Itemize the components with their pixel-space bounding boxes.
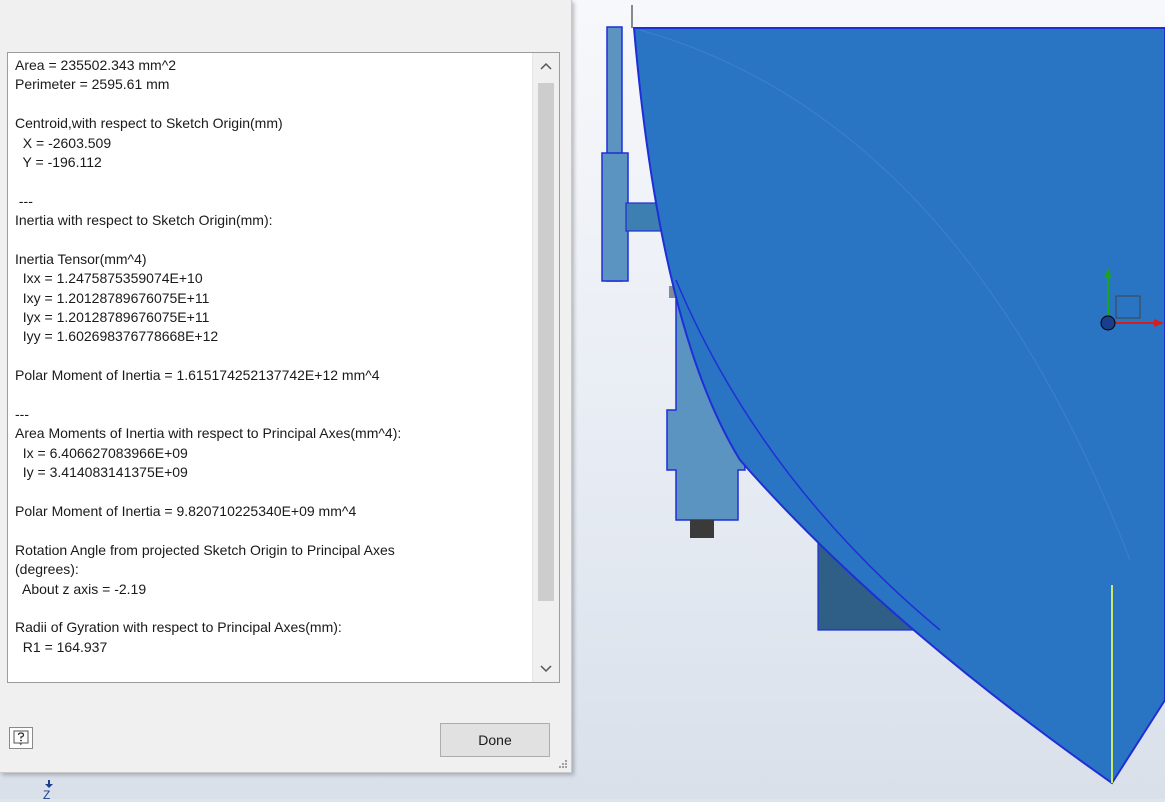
properties-line: Ixx = 1.2475875359074E+10 bbox=[15, 270, 203, 287]
properties-line: Y = -196.112 bbox=[15, 153, 102, 170]
vertical-scrollbar[interactable] bbox=[532, 53, 559, 682]
properties-line: About z axis = -2.19 bbox=[15, 580, 147, 597]
properties-line bbox=[15, 172, 530, 191]
hull-surface bbox=[632, 27, 1165, 785]
properties-line bbox=[15, 95, 530, 114]
properties-line: Radii of Gyration with respect to Princi… bbox=[15, 619, 342, 636]
region-properties-dialog: Area = 235502.343 mm^2 Perimeter = 2595.6… bbox=[0, 0, 572, 773]
properties-line bbox=[15, 521, 530, 540]
properties-line: Rotation Angle from projected Sketch Ori… bbox=[15, 541, 395, 558]
properties-line: R1 = 164.937 bbox=[15, 638, 108, 655]
help-button[interactable] bbox=[9, 727, 33, 749]
properties-line: Polar Moment of Inertia = 1.615174252137… bbox=[15, 367, 380, 384]
bolt-head bbox=[690, 520, 714, 538]
arrow-down-icon bbox=[45, 780, 53, 788]
properties-line: Centroid,with respect to Sketch Origin(m… bbox=[15, 115, 283, 132]
properties-line: Iyx = 1.20128789676075E+11 bbox=[15, 309, 210, 326]
chevron-down-icon bbox=[540, 665, 552, 673]
properties-line: Iy = 3.414083141375E+09 bbox=[15, 464, 188, 481]
properties-line: Perimeter = 2595.61 mm bbox=[15, 76, 170, 93]
properties-line bbox=[15, 599, 530, 618]
properties-line: Iyy = 1.602698376778668E+12 bbox=[15, 328, 219, 345]
properties-text-area[interactable]: Area = 235502.343 mm^2 Perimeter = 2595.6… bbox=[7, 52, 560, 683]
properties-line: X = -2603.509 bbox=[15, 134, 112, 151]
properties-text: Area = 235502.343 mm^2 Perimeter = 2595.6… bbox=[15, 56, 530, 657]
properties-line: --- bbox=[15, 406, 29, 423]
chevron-up-icon bbox=[540, 62, 552, 70]
scroll-down-button[interactable] bbox=[533, 656, 559, 682]
properties-line bbox=[15, 347, 530, 366]
properties-line: Ixy = 1.20128789676075E+11 bbox=[15, 289, 210, 306]
properties-line bbox=[15, 483, 530, 502]
done-button[interactable]: Done bbox=[440, 723, 550, 757]
z-axis-label: Z bbox=[43, 788, 51, 802]
bracket-plate bbox=[601, 152, 629, 282]
properties-line bbox=[15, 231, 530, 250]
properties-line bbox=[15, 386, 530, 405]
resize-grip-icon[interactable] bbox=[558, 759, 568, 769]
properties-line: (degrees): bbox=[15, 561, 79, 578]
scroll-thumb[interactable] bbox=[538, 83, 554, 601]
help-question-icon bbox=[13, 730, 29, 746]
scroll-up-button[interactable] bbox=[533, 53, 559, 79]
properties-line: Polar Moment of Inertia = 9.820710225340… bbox=[15, 502, 357, 519]
properties-line: Area Moments of Inertia with respect to … bbox=[15, 425, 402, 442]
properties-line: --- bbox=[15, 192, 33, 209]
properties-line: Area = 235502.343 mm^2 bbox=[15, 57, 177, 73]
properties-line: Inertia Tensor(mm^4) bbox=[15, 250, 147, 267]
properties-line: Ix = 6.406627083966E+09 bbox=[15, 444, 188, 461]
properties-line: Inertia with respect to Sketch Origin(mm… bbox=[15, 212, 273, 229]
